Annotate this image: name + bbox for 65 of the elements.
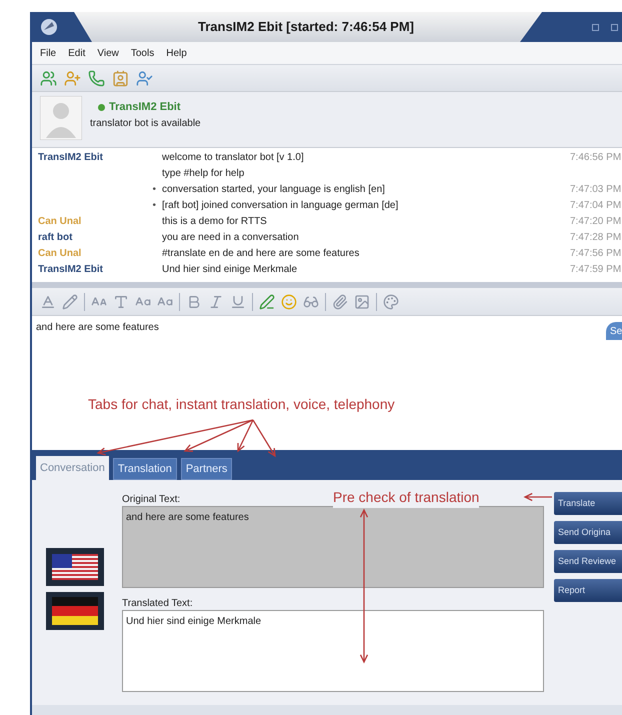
menu-item[interactable]: File <box>40 46 56 60</box>
message-time: 7:47:03 PM <box>570 183 622 197</box>
american-flag-icon <box>46 548 104 586</box>
chat-message: you are need in a conversation <box>162 231 300 245</box>
sender-name: Can Unal <box>38 248 82 259</box>
pencil-icon[interactable] <box>62 294 78 310</box>
user-check-icon[interactable] <box>136 70 153 86</box>
sender-name: Can Unal <box>38 216 82 227</box>
font-icon[interactable] <box>40 294 56 310</box>
message-time: 7:47:04 PM <box>570 199 622 213</box>
annotation-text: Tabs for chat, instant translation, voice, telephony <box>88 395 395 414</box>
people-icon[interactable] <box>40 70 57 86</box>
sender-name: TransIM2 Ebit <box>38 264 104 275</box>
image-icon[interactable] <box>354 294 370 310</box>
system-marker: • <box>152 184 156 195</box>
app-logo-icon <box>40 18 58 36</box>
window-title: TransIM2 Ebit [started: 7:46:54 PM] <box>197 18 415 36</box>
underline-icon[interactable] <box>230 294 246 310</box>
action-button[interactable]: Send Reviewe <box>554 550 622 573</box>
annotation-arrow <box>524 492 552 502</box>
phone-icon[interactable] <box>88 70 105 86</box>
chat-message: type #help for help <box>162 167 246 181</box>
chat-message: welcome to translator bot [v 1.0] <box>162 151 305 165</box>
field-label: Translated Text: <box>122 597 193 610</box>
message-time: 7:47:20 PM <box>570 215 622 229</box>
smiley-icon[interactable] <box>281 294 297 310</box>
action-button[interactable]: Report <box>554 579 622 602</box>
message-time: 7:47:28 PM <box>570 231 622 245</box>
system-marker: • <box>152 200 156 211</box>
paperclip-icon[interactable] <box>332 294 348 310</box>
minimize-button[interactable] <box>592 24 599 30</box>
menu-item[interactable]: Edit <box>68 46 86 60</box>
menu-item[interactable]: View <box>97 46 119 60</box>
chat-message: this is a demo for RTTS <box>162 215 268 229</box>
field-label: Original Text: <box>122 493 180 506</box>
tab[interactable]: Partners <box>180 458 232 480</box>
german-flag-icon <box>46 592 104 630</box>
message-time: 7:47:59 PM <box>570 263 622 277</box>
italic-icon[interactable] <box>208 294 224 310</box>
type-icon[interactable] <box>113 294 129 310</box>
spellcheck-icon[interactable] <box>259 294 275 310</box>
maximize-button[interactable] <box>611 24 618 30</box>
sender-name: raft bot <box>38 232 72 243</box>
translated-text-field[interactable]: Und hier sind einige Merkmale <box>122 610 544 692</box>
send-button[interactable]: Se <box>606 322 622 340</box>
sender-name: TransIM2 Ebit <box>38 152 104 163</box>
chat-message: [raft bot] joined conversation in language german [de] <box>162 199 400 213</box>
glasses-icon[interactable] <box>303 294 319 310</box>
chat-message: #translate en de and here are some features <box>162 247 360 261</box>
contact-card-icon[interactable] <box>112 70 129 86</box>
original-text-field[interactable]: and here are some features <box>122 506 544 588</box>
tab[interactable]: Translation <box>112 458 177 480</box>
menu-item[interactable]: Tools <box>130 46 154 60</box>
contact-name: TransIM2 Ebit <box>109 100 181 115</box>
add-contact-icon[interactable] <box>64 70 81 86</box>
menu-item[interactable]: Help <box>166 46 187 60</box>
message-time: 7:47:56 PM <box>570 247 622 261</box>
color-icon[interactable] <box>383 294 399 310</box>
chat-message: Und hier sind einige Merkmale <box>162 263 298 277</box>
action-button[interactable]: Translate <box>554 492 622 515</box>
avatar-icon <box>40 96 82 140</box>
chat-message: conversation started, your language is english [en] <box>162 183 386 197</box>
message-time: 7:46:56 PM <box>570 151 622 165</box>
contact-status: translator bot is available <box>90 116 201 130</box>
action-button[interactable]: Send Origina <box>554 521 622 544</box>
